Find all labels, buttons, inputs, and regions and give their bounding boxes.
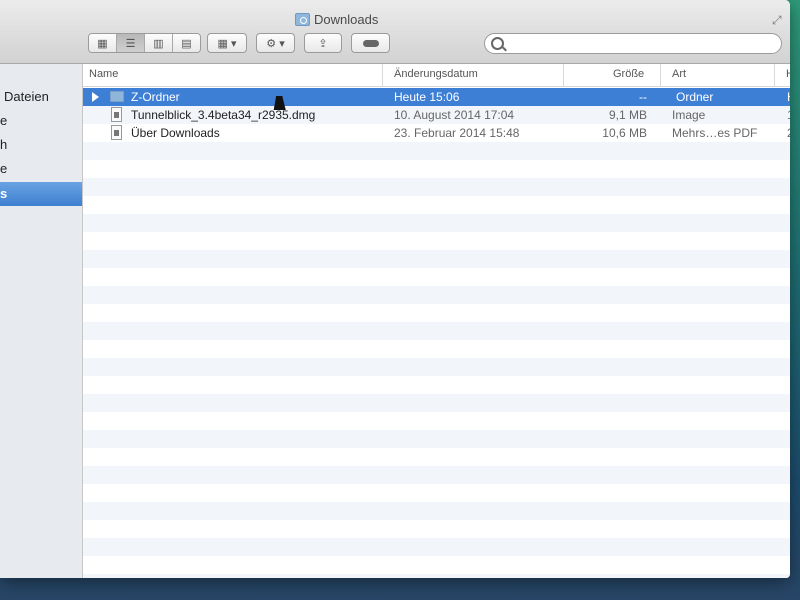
coverflow-icon: ▤ — [181, 37, 192, 50]
sidebar-item-label: Dateien — [4, 89, 49, 104]
sidebar-item-label: e — [0, 161, 8, 176]
grid-icon: ▦ — [97, 37, 108, 50]
file-kind: Mehrs…es PDF — [672, 126, 758, 140]
list-view-button[interactable]: ☰ — [117, 34, 145, 52]
file-date: 23. Februar 2014 15:48 — [394, 126, 520, 140]
sidebar-item-all-files[interactable]: Dateien — [0, 86, 82, 108]
view-mode-segment: ▦ ☰ ▥ ▤ — [88, 33, 201, 53]
icon-view-button[interactable]: ▦ — [89, 34, 117, 52]
file-kind: Ordner — [676, 90, 714, 104]
finder-window: Downloads ⤢ ▦ ☰ ▥ ▤ ▦ ▾ ⚙ ▾ ⇪ Dateien e … — [0, 0, 790, 578]
search-field[interactable] — [484, 33, 782, 54]
file-extra: 1 — [787, 108, 790, 122]
file-extra: H — [787, 90, 790, 104]
sidebar-item-2[interactable]: e — [0, 110, 82, 132]
window-title-group: Downloads — [295, 12, 378, 27]
column-header-kind[interactable]: Art — [672, 68, 686, 80]
action-button[interactable]: ⚙ ▾ — [256, 33, 295, 53]
search-input[interactable] — [509, 36, 773, 53]
column-separator[interactable] — [382, 64, 383, 86]
file-rows: Z-Ordner Heute 15:06 -- Ordner H Tunnelb… — [83, 88, 790, 578]
gear-icon: ⚙ — [266, 37, 277, 50]
share-icon: ⇪ — [318, 37, 328, 50]
column-separator[interactable] — [774, 64, 775, 86]
sidebar-item-label: s — [0, 186, 8, 201]
disk-image-icon — [111, 107, 122, 122]
share-button[interactable]: ⇪ — [304, 33, 342, 53]
sidebar: Dateien e h e s — [0, 64, 83, 578]
column-separator[interactable] — [563, 64, 564, 86]
chevron-down-icon: ▾ — [279, 37, 285, 50]
columns-icon: ▥ — [153, 37, 164, 50]
sidebar-item-label: e — [0, 113, 8, 128]
table-row[interactable]: Tunnelblick_3.4beta34_r2935.dmg 10. Augu… — [83, 106, 790, 124]
window-title: Downloads — [314, 12, 379, 27]
pdf-document-icon — [111, 125, 122, 140]
file-list: Name Änderungsdatum Größe Art H Z-Ordner… — [83, 64, 790, 578]
downloads-folder-icon — [295, 13, 310, 26]
list-icon: ☰ — [125, 37, 136, 50]
disclosure-triangle-icon[interactable] — [92, 92, 99, 102]
sidebar-item-3[interactable]: h — [0, 134, 82, 156]
arrange-button[interactable]: ▦ ▾ — [207, 33, 247, 53]
arrange-grid-icon: ▦ — [217, 37, 228, 50]
column-header-extra[interactable]: H — [786, 68, 790, 80]
column-header-name[interactable]: Name — [89, 68, 118, 80]
search-icon — [491, 37, 504, 50]
file-size: -- — [639, 90, 647, 104]
titlebar[interactable]: Downloads ⤢ ▦ ☰ ▥ ▤ ▦ ▾ ⚙ ▾ ⇪ — [0, 0, 790, 64]
sidebar-item-label: h — [0, 137, 8, 152]
file-name: Tunnelblick_3.4beta34_r2935.dmg — [131, 108, 316, 122]
file-name: Z-Ordner — [131, 90, 180, 104]
file-size: 9,1 MB — [608, 108, 647, 122]
fullscreen-icon[interactable]: ⤢ — [772, 13, 782, 28]
folder-icon — [110, 91, 124, 102]
file-size: 10,6 MB — [602, 126, 647, 140]
sidebar-item-downloads[interactable]: s — [0, 182, 82, 206]
column-header: Name Änderungsdatum Größe Art H — [83, 64, 790, 87]
column-view-button[interactable]: ▥ — [145, 34, 173, 52]
file-name: Über Downloads — [131, 126, 220, 140]
tags-button[interactable] — [351, 33, 390, 53]
file-date: 10. August 2014 17:04 — [394, 108, 515, 122]
file-kind: Image — [672, 108, 706, 122]
coverflow-view-button[interactable]: ▤ — [173, 34, 200, 52]
sidebar-item-4[interactable]: e — [0, 158, 82, 180]
column-separator[interactable] — [660, 64, 661, 86]
table-row[interactable]: Z-Ordner Heute 15:06 -- Ordner H — [83, 88, 790, 106]
mouse-cursor-icon — [273, 96, 289, 110]
table-row[interactable]: Über Downloads 23. Februar 2014 15:48 10… — [83, 124, 790, 142]
chevron-down-icon: ▾ — [230, 37, 237, 50]
file-extra: 2 — [787, 126, 790, 140]
column-header-size[interactable]: Größe — [613, 68, 644, 80]
column-header-date[interactable]: Änderungsdatum — [394, 68, 478, 80]
tag-icon — [362, 39, 379, 47]
file-date: Heute 15:06 — [394, 90, 460, 104]
